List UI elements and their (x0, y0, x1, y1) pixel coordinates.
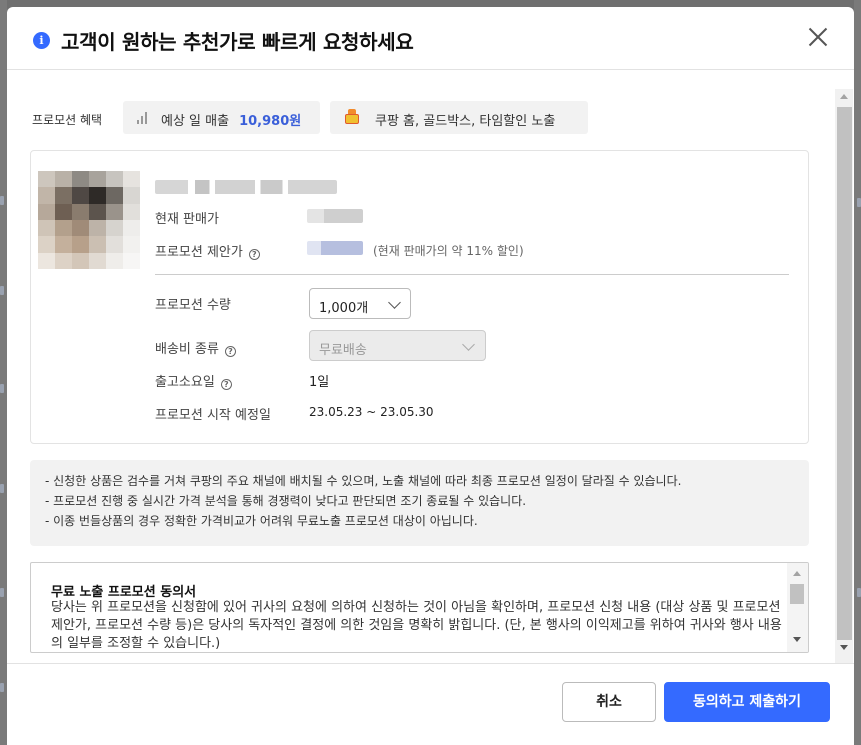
current-price-label: 현재 판매가 (155, 212, 219, 227)
leadtime-label: 출고소요일? (155, 371, 232, 390)
notice-line: - 신청한 상품은 검수를 거쳐 쿠팡의 주요 채널에 배치될 수 있으며, 노… (45, 474, 682, 488)
medal-icon (344, 109, 360, 125)
start-date-value: 23.05.23 ~ 23.05.30 (309, 405, 434, 419)
help-icon[interactable]: ? (248, 249, 260, 260)
discount-note: (현재 판매가의 약 11% 할인) (373, 244, 524, 258)
backdrop-left (0, 0, 7, 745)
quantity-label: 프로모션 수량 (155, 298, 231, 313)
backdrop-mark (0, 484, 4, 493)
backdrop-mark (0, 683, 4, 692)
cancel-button[interactable]: 취소 (562, 682, 656, 722)
chart-icon (137, 112, 149, 124)
backdrop-mark (0, 286, 4, 295)
expected-sales-label: 예상 일 매출 (161, 114, 230, 129)
info-icon: i (33, 32, 50, 49)
scroll-down-icon[interactable] (840, 645, 848, 650)
modal-footer: 취소 동의하고 제출하기 (7, 663, 854, 745)
notice-line: - 프로모션 진행 중 실시간 가격 분석을 통해 경쟁력이 낮다고 판단되면 … (45, 494, 527, 508)
modal-scroll-thumb[interactable] (837, 107, 852, 640)
notice-line: - 이종 번들상품의 경우 정확한 가격비교가 어려워 무료노출 프로모션 대상… (45, 514, 478, 528)
exposure-chip: 쿠팡 홈, 골드박스, 타임할인 노출 (330, 101, 588, 134)
help-icon[interactable]: ? (224, 346, 236, 357)
notice-box: - 신청한 상품은 검수를 거쳐 쿠팡의 주요 채널에 배치될 수 있으며, 노… (30, 460, 809, 546)
backdrop-mark (0, 196, 4, 205)
shipping-value: 무료배송 (319, 343, 367, 358)
start-date-label: 프로모션 시작 예정일 (155, 408, 271, 423)
promotion-modal: i 고객이 원하는 추천가로 빠르게 요청하세요 프로모션 혜택 예상 일 매출… (7, 7, 854, 745)
leadtime-value: 1일 (309, 375, 330, 390)
benefit-label: 프로모션 혜택 (32, 113, 103, 127)
chevron-down-icon (462, 338, 475, 351)
modal-body: 프로모션 혜택 예상 일 매출 10,980원 쿠팡 홈, 골드박스, 타임할인 … (7, 71, 854, 663)
modal-header: i 고객이 원하는 추천가로 빠르게 요청하세요 (7, 7, 854, 70)
proposed-price-redacted (307, 241, 363, 255)
agree-submit-button[interactable]: 동의하고 제출하기 (664, 682, 830, 722)
scroll-up-icon[interactable] (840, 94, 848, 99)
expected-sales-value: 10,980원 (239, 114, 302, 129)
help-icon[interactable]: ? (220, 379, 232, 390)
backdrop-mark (0, 588, 4, 597)
close-button[interactable] (802, 21, 834, 53)
shipping-select: 무료배송 (309, 330, 486, 361)
product-image (38, 171, 140, 269)
chevron-down-icon (388, 296, 401, 309)
consent-scroll-thumb[interactable] (790, 584, 804, 604)
modal-title: 고객이 원하는 추천가로 빠르게 요청하세요 (61, 30, 414, 54)
backdrop-mark (0, 384, 4, 393)
product-name-redacted (155, 180, 337, 194)
product-card: 현재 판매가 프로모션 제안가? (현재 판매가의 약 11% 할인) 프로모션… (30, 150, 809, 444)
scroll-up-icon[interactable] (793, 571, 801, 576)
backdrop-mark (857, 588, 861, 597)
quantity-select[interactable]: 1,000개 (309, 288, 411, 319)
current-price-redacted (307, 209, 363, 223)
divider (155, 274, 789, 275)
expected-sales-chip: 예상 일 매출 10,980원 (123, 101, 320, 134)
backdrop-right (854, 0, 861, 745)
scroll-down-icon[interactable] (793, 637, 801, 642)
exposure-text: 쿠팡 홈, 골드박스, 타임할인 노출 (375, 114, 556, 129)
proposed-price-label: 프로모션 제안가? (155, 241, 260, 260)
consent-text: 당사는 위 프로모션을 신청함에 있어 귀사의 요청에 의하여 신청하는 것이 … (51, 600, 782, 651)
consent-title: 무료 노출 프로모션 동의서 (51, 585, 197, 600)
consent-box[interactable]: 무료 노출 프로모션 동의서 당사는 위 프로모션을 신청함에 있어 귀사의 요… (30, 562, 809, 653)
quantity-value: 1,000개 (319, 301, 369, 316)
backdrop-mark (857, 198, 861, 207)
shipping-label: 배송비 종류? (155, 338, 236, 357)
